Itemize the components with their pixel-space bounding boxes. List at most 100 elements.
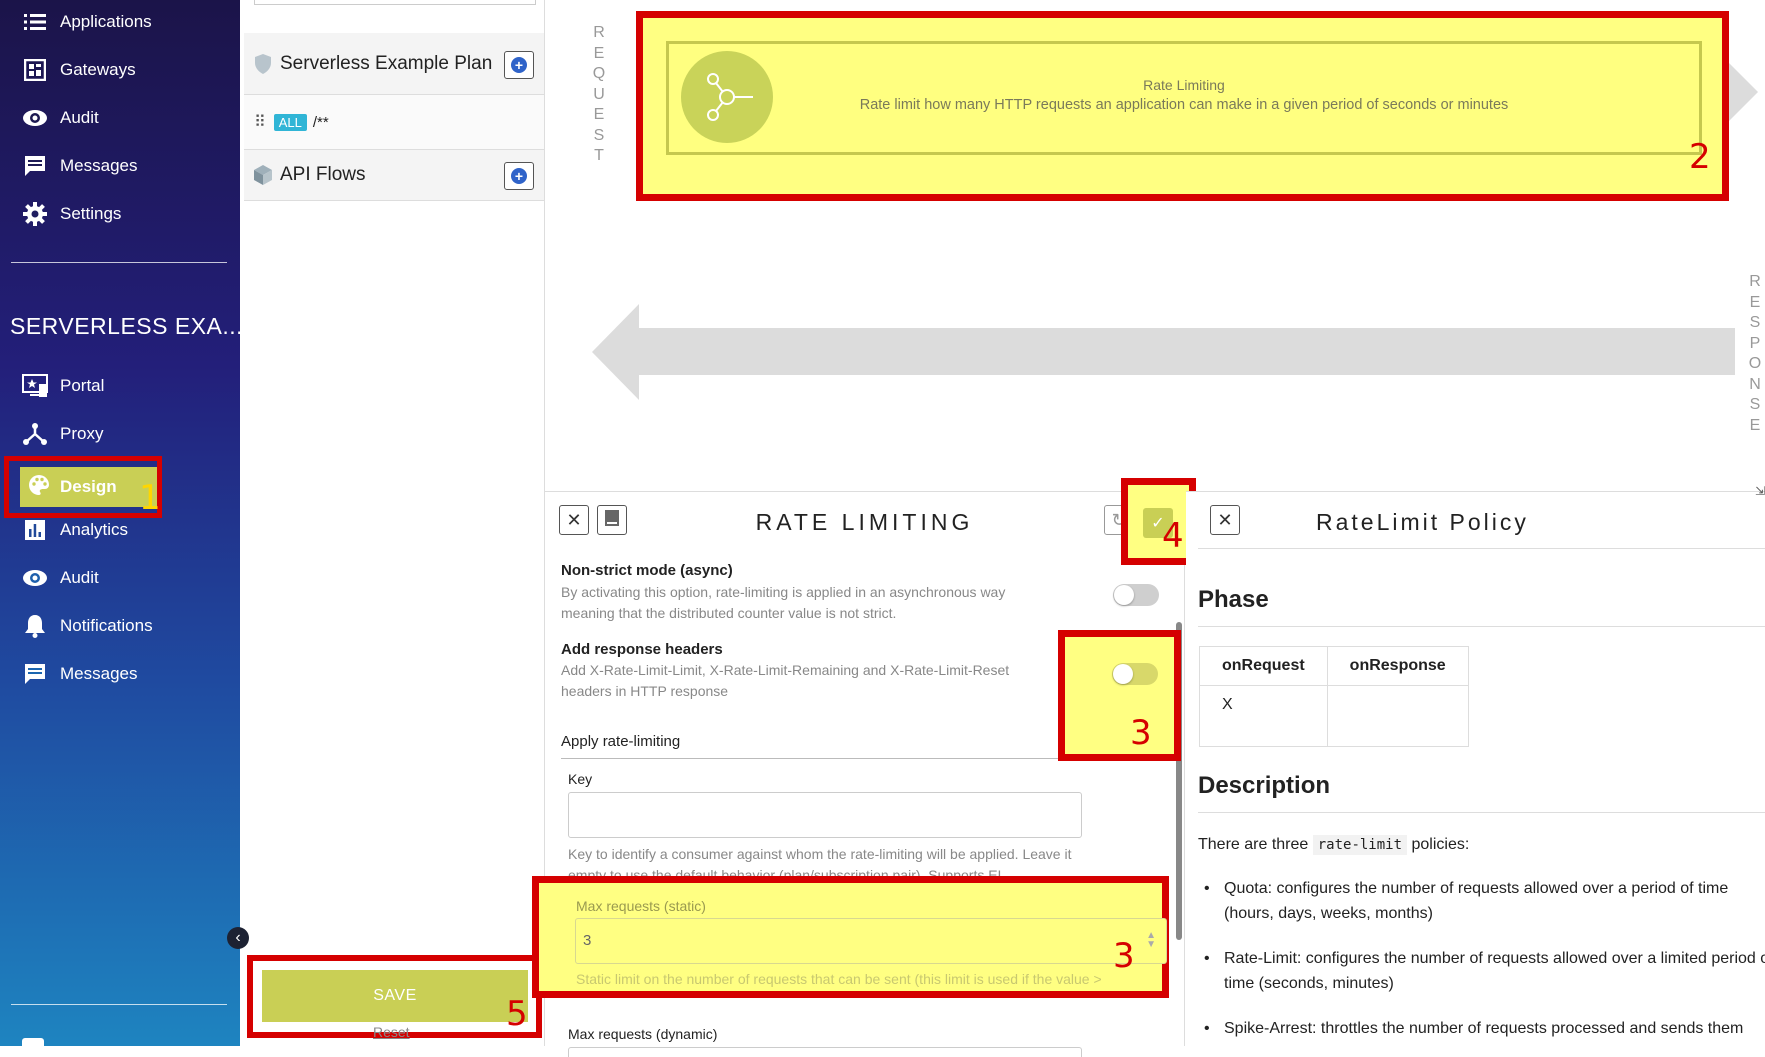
stepper-icon[interactable]: ▲ ▼ <box>1146 931 1156 950</box>
nav-gateways[interactable]: Gateways <box>22 52 136 88</box>
nav-label: Messages <box>60 156 138 175</box>
nav-proxy[interactable]: Proxy <box>22 416 103 452</box>
vertical-letter: E <box>1749 293 1761 311</box>
vertical-letter: U <box>593 85 605 103</box>
save-button[interactable]: SAVE <box>262 970 528 1022</box>
close-docs-button[interactable]: ✕ <box>1210 505 1240 535</box>
nav-label: Audit <box>60 108 99 127</box>
vertical-letter: N <box>1749 375 1761 393</box>
list-icon <box>22 9 48 35</box>
max-static-value: 3 <box>583 932 592 949</box>
message-icon <box>22 153 48 179</box>
max-dynamic-label: Max requests (dynamic) <box>568 1026 718 1042</box>
vertical-letter: R <box>593 24 605 41</box>
response-arrow <box>638 328 1735 375</box>
intro-text: There are three <box>1198 836 1309 853</box>
request-label: REQUEST <box>592 23 606 167</box>
vertical-letter: S <box>593 126 605 144</box>
bell-icon <box>22 613 48 639</box>
reset-link[interactable]: Reset <box>373 1024 410 1040</box>
close-icon: ✕ <box>1217 509 1233 530</box>
max-static-input[interactable]: 3 ▲ ▼ <box>575 918 1167 964</box>
nav-messages-api[interactable]: Messages <box>22 656 137 692</box>
vertical-letter: O <box>1748 355 1762 372</box>
eye-icon <box>22 565 48 591</box>
phase-header: onRequest <box>1199 646 1328 686</box>
api-name: SERVERLESS EXA... <box>10 313 244 339</box>
description-intro: There are three rate-limit policies: <box>1198 832 1469 858</box>
api-flows-row[interactable]: API Flows + <box>244 150 544 201</box>
phase-divider <box>1198 626 1765 627</box>
gear-icon <box>22 201 48 227</box>
phase-cell <box>1326 685 1469 747</box>
add-headers-help: Add X-Rate-Limit-Limit, X-Rate-Limit-Rem… <box>561 662 1010 699</box>
nav-label: Messages <box>60 664 138 683</box>
config-title: RATE LIMITING <box>755 509 974 535</box>
list-item: Rate-Limit: configures the number of req… <box>1204 946 1765 996</box>
add-api-flow-button[interactable]: + <box>504 162 534 190</box>
nav-audit[interactable]: Audit <box>22 100 99 136</box>
sidebar-divider <box>11 1004 227 1005</box>
non-strict-help: By activating this option, rate-limiting… <box>561 584 1006 621</box>
annotation-number: 4 <box>1162 516 1184 556</box>
portal-icon <box>22 373 48 399</box>
plus-icon: + <box>511 168 527 184</box>
docs-divider <box>1198 548 1765 549</box>
nav-settings[interactable]: Settings <box>22 196 121 232</box>
max-dynamic-input[interactable] <box>568 1047 1082 1057</box>
phase-heading: Phase <box>1198 586 1269 613</box>
add-headers-toggle[interactable] <box>1112 663 1158 685</box>
nav-analytics[interactable]: Analytics <box>22 512 128 548</box>
nav-label: Proxy <box>60 424 104 443</box>
list-item: Spike-Arrest: throttles the number of re… <box>1204 1016 1765 1041</box>
phase-table: onRequest onResponse X <box>1199 646 1469 747</box>
flow-row[interactable]: ⠿ ALL /** <box>244 95 544 150</box>
bullet-line: time (seconds, minutes) <box>1224 975 1394 992</box>
docs-panel: ✕ RateLimit Policy Phase onRequest onRes… <box>1186 491 1765 1047</box>
plan-row[interactable]: Serverless Example Plan + <box>244 33 544 95</box>
vertical-letter: T <box>594 147 604 164</box>
nav-label: Gateways <box>60 60 136 79</box>
nav-label: Audit <box>60 568 99 587</box>
policy-title: Rate Limiting <box>1143 77 1225 93</box>
annotation-number: 5 <box>506 994 528 1034</box>
nav-audit-api[interactable]: Audit <box>22 560 99 596</box>
nav-label: Applications <box>60 12 152 31</box>
max-static-help: Static limit on the number of requests t… <box>576 971 1102 987</box>
nav-portal[interactable]: Portal <box>22 368 104 404</box>
policy-description: Rate limit how many HTTP requests an app… <box>859 97 1509 113</box>
annotation-box-3-input: Max requests (static) 3 ▲ ▼ Static limit … <box>532 876 1169 998</box>
annotation-box-2: Rate Limiting Rate limit how many HTTP r… <box>636 11 1729 201</box>
collapse-sidebar-icon[interactable]: ‹ <box>227 927 249 949</box>
annotation-box-1: Design 1 <box>4 456 162 518</box>
vertical-letter: R <box>1749 273 1761 290</box>
shield-icon <box>254 53 272 74</box>
resize-handle-icon[interactable]: ⇲ <box>1755 484 1765 498</box>
nav-notifications[interactable]: Notifications <box>22 608 153 644</box>
nav-label: Settings <box>60 204 122 223</box>
description-divider <box>1198 812 1765 813</box>
drag-handle-icon[interactable]: ⠿ <box>254 112 266 132</box>
nav-applications[interactable]: Applications <box>22 4 152 40</box>
sidebar-divider <box>11 262 227 263</box>
user-icon[interactable] <box>22 1038 44 1046</box>
list-item: Quota: configures the number of requests… <box>1204 876 1765 926</box>
bullet-line: Rate-Limit: configures the number of req… <box>1224 950 1765 967</box>
nav-design[interactable]: Design <box>20 467 157 507</box>
non-strict-toggle[interactable] <box>1113 584 1159 606</box>
nav-messages[interactable]: Messages <box>22 148 137 184</box>
request-arrow-head <box>1728 62 1758 122</box>
bullet-line: (hours, days, weeks, months) <box>1224 905 1433 922</box>
non-strict-label: Non-strict mode (async) <box>561 562 733 579</box>
key-input[interactable] <box>568 792 1082 838</box>
intro-code: rate-limit <box>1312 835 1408 855</box>
sidebar: Applications Gateways Audit Messages Set… <box>0 0 244 1046</box>
message-icon <box>22 661 48 687</box>
vertical-letter: P <box>1749 334 1761 352</box>
annotation-number: 3 <box>1130 713 1152 753</box>
vertical-letter: S <box>1749 314 1761 331</box>
add-flow-button[interactable]: + <box>504 51 534 79</box>
proxy-icon <box>22 421 48 447</box>
rate-limiting-policy-card[interactable]: Rate Limiting Rate limit how many HTTP r… <box>666 41 1702 155</box>
bullet-line: Spike-Arrest: throttles the number of re… <box>1224 1020 1744 1037</box>
